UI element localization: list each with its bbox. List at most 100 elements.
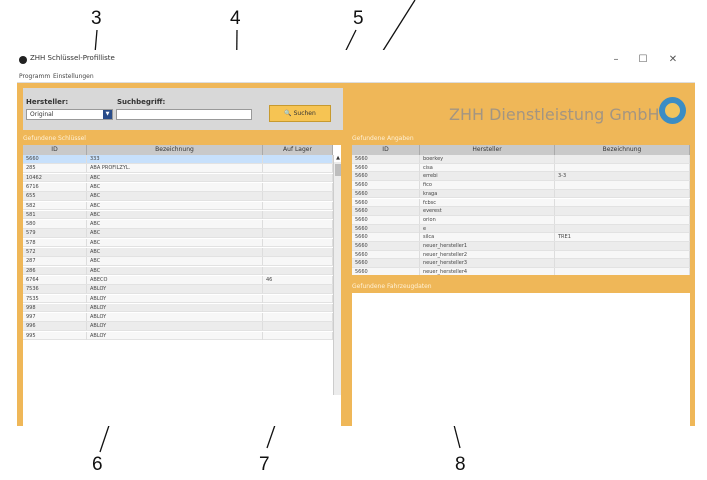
profiles-table-row[interactable]: 572 ABC xyxy=(23,248,333,257)
references-table-row[interactable]: 5660 boerkey xyxy=(352,155,690,164)
profiles-table-row[interactable]: 578 ABC xyxy=(23,238,333,248)
profiles-table-row[interactable]: 655 ABC xyxy=(23,192,333,201)
references-table-row[interactable]: 5660 everest xyxy=(352,207,690,216)
references-table-cell xyxy=(555,215,690,224)
references-table-cell: everest xyxy=(420,207,555,216)
manual-screenshot: ZHH Schlüssel-Profilliste – ☐ ✕ Programm… xyxy=(0,0,707,480)
references-table-row[interactable]: 5660 orion xyxy=(352,215,690,225)
profiles-table-row[interactable]: 10462 ABC xyxy=(23,173,333,183)
profiles-table-cell: 655 xyxy=(23,192,87,201)
profiles-table-cell xyxy=(263,303,333,312)
profiles-section-title: Gefundene Schlüssel xyxy=(23,135,86,142)
references-table-cell: boerkey xyxy=(420,155,555,163)
profiles-table-row[interactable]: 287 ABC xyxy=(23,257,333,266)
profiles-table-row[interactable]: 580 ABC xyxy=(23,220,333,229)
scroll-up-arrow-icon[interactable]: ▲ xyxy=(334,155,341,162)
references-table-row[interactable]: 5660 cisa xyxy=(352,163,690,173)
profiles-table-row[interactable]: 581 ABC xyxy=(23,210,333,220)
manufacturer-select-value: Original xyxy=(30,111,54,118)
profiles-table-cell: ABC xyxy=(87,201,263,210)
vehicle-data-panel xyxy=(352,293,690,426)
profiles-table-row[interactable]: 998 ABLOY xyxy=(23,303,333,313)
profiles-table-row[interactable]: 997 ABLOY xyxy=(23,313,333,322)
search-button[interactable]: 🔍 Suchen xyxy=(269,105,331,122)
callout-7: 7 xyxy=(259,454,270,475)
profiles-table-cell: ABECO xyxy=(87,275,263,284)
profiles-table-row[interactable]: 285 ABA PROFILZYL. xyxy=(23,164,333,173)
profiles-table: ID Bezeichnung Auf Lager 5660 333 285 ABA P… xyxy=(23,145,341,426)
profiles-col-name[interactable]: Bezeichnung xyxy=(87,145,263,155)
profiles-table-cell: ABLOY xyxy=(87,313,263,322)
search-icon: 🔍 xyxy=(284,110,292,117)
profiles-table-cell: ABC xyxy=(87,220,263,229)
profiles-table-cell: 581 xyxy=(23,210,87,219)
search-button-label: Suchen xyxy=(293,110,316,117)
references-table-row[interactable]: 5660 fcbsc xyxy=(352,198,690,208)
profiles-table-row[interactable]: 286 ABC xyxy=(23,266,333,276)
references-table-cell: orion xyxy=(420,215,555,224)
references-col-name[interactable]: Bezeichnung xyxy=(555,145,690,155)
references-col-manufacturer[interactable]: Hersteller xyxy=(420,145,555,155)
profiles-table-cell: ABC xyxy=(87,248,263,256)
main-area: Hersteller: Suchbegriff: Original ▼ 🔍 Su… xyxy=(17,83,695,426)
references-table-cell xyxy=(555,207,690,216)
profiles-scrollbar[interactable]: ▲ xyxy=(333,155,341,395)
references-table-cell: 5660 xyxy=(352,224,420,233)
profiles-table-cell: ABC xyxy=(87,182,263,191)
search-input[interactable] xyxy=(116,109,252,120)
maximize-button[interactable]: ☐ xyxy=(632,52,654,68)
references-table-cell: 5660 xyxy=(352,181,420,190)
references-table-row[interactable]: 5660 neuer_hersteller1 xyxy=(352,242,690,251)
profiles-table-row[interactable]: 6764 ABECO 46 xyxy=(23,275,333,285)
menu-programm[interactable]: Programm xyxy=(19,72,50,82)
scroll-thumb[interactable] xyxy=(335,164,341,176)
profiles-table-row[interactable]: 579 ABC xyxy=(23,229,333,239)
menu-einstellungen[interactable]: Einstellungen xyxy=(53,72,94,82)
close-button[interactable]: ✕ xyxy=(662,52,684,68)
profiles-table-row[interactable]: 995 ABLOY xyxy=(23,331,333,341)
images-section-title: Gefundene Fahrzeugdaten xyxy=(352,283,432,290)
references-col-id[interactable]: ID xyxy=(352,145,420,155)
chevron-down-icon[interactable]: ▼ xyxy=(103,110,112,119)
profiles-table-row[interactable]: 996 ABLOY xyxy=(23,322,333,332)
references-table-row[interactable]: 5660 neuer_hersteller4 xyxy=(352,268,690,275)
references-table-cell: 5660 xyxy=(352,259,420,268)
profiles-table-row[interactable]: 7536 ABLOY xyxy=(23,285,333,294)
profiles-table-cell xyxy=(263,155,333,163)
profiles-table-cell: 6716 xyxy=(23,182,87,191)
references-table-cell: TRE1 xyxy=(555,233,690,242)
references-table-cell xyxy=(555,250,690,259)
callout-4: 4 xyxy=(230,8,241,29)
search-panel: Hersteller: Suchbegriff: Original ▼ 🔍 Su… xyxy=(23,88,343,130)
references-table-cell: 5660 xyxy=(352,172,420,181)
profiles-table-cell: ABC xyxy=(87,257,263,266)
profiles-table-cell xyxy=(263,164,333,173)
callout-5: 5 xyxy=(353,8,364,29)
profiles-table-cell xyxy=(263,257,333,266)
profiles-col-id[interactable]: ID xyxy=(23,145,87,155)
profiles-table-row[interactable]: 7535 ABLOY xyxy=(23,294,333,304)
profiles-table-row[interactable]: 582 ABC xyxy=(23,201,333,211)
references-table-row[interactable]: 5660 kraga xyxy=(352,189,690,199)
profiles-table-cell: 7536 xyxy=(23,285,87,294)
profiles-table-row[interactable]: 5660 333 xyxy=(23,155,333,164)
profiles-table-cell xyxy=(263,220,333,229)
profiles-col-stock[interactable]: Auf Lager xyxy=(263,145,333,155)
references-table-cell: fcbsc xyxy=(420,198,555,207)
profiles-table-cell: ABC xyxy=(87,229,263,238)
minimize-button[interactable]: – xyxy=(605,52,627,68)
references-table-row[interactable]: 5660 fico xyxy=(352,181,690,190)
manufacturer-label: Hersteller: xyxy=(26,98,69,106)
references-table-row[interactable]: 5660 errebi 3-3 xyxy=(352,172,690,182)
references-table-row[interactable]: 5660 e xyxy=(352,224,690,234)
manufacturer-select[interactable]: Original ▼ xyxy=(26,109,113,120)
references-table-row[interactable]: 5660 neuer_hersteller3 xyxy=(352,259,690,269)
profiles-table-row[interactable]: 6716 ABC xyxy=(23,182,333,192)
profiles-table-cell: 286 xyxy=(23,266,87,275)
references-table-cell xyxy=(555,189,690,198)
references-table-row[interactable]: 5660 silca TRE1 xyxy=(352,233,690,242)
profiles-table-cell: ABLOY xyxy=(87,294,263,303)
references-table-cell xyxy=(555,155,690,163)
profiles-table-cell xyxy=(263,201,333,210)
references-table-row[interactable]: 5660 neuer_hersteller2 xyxy=(352,250,690,260)
